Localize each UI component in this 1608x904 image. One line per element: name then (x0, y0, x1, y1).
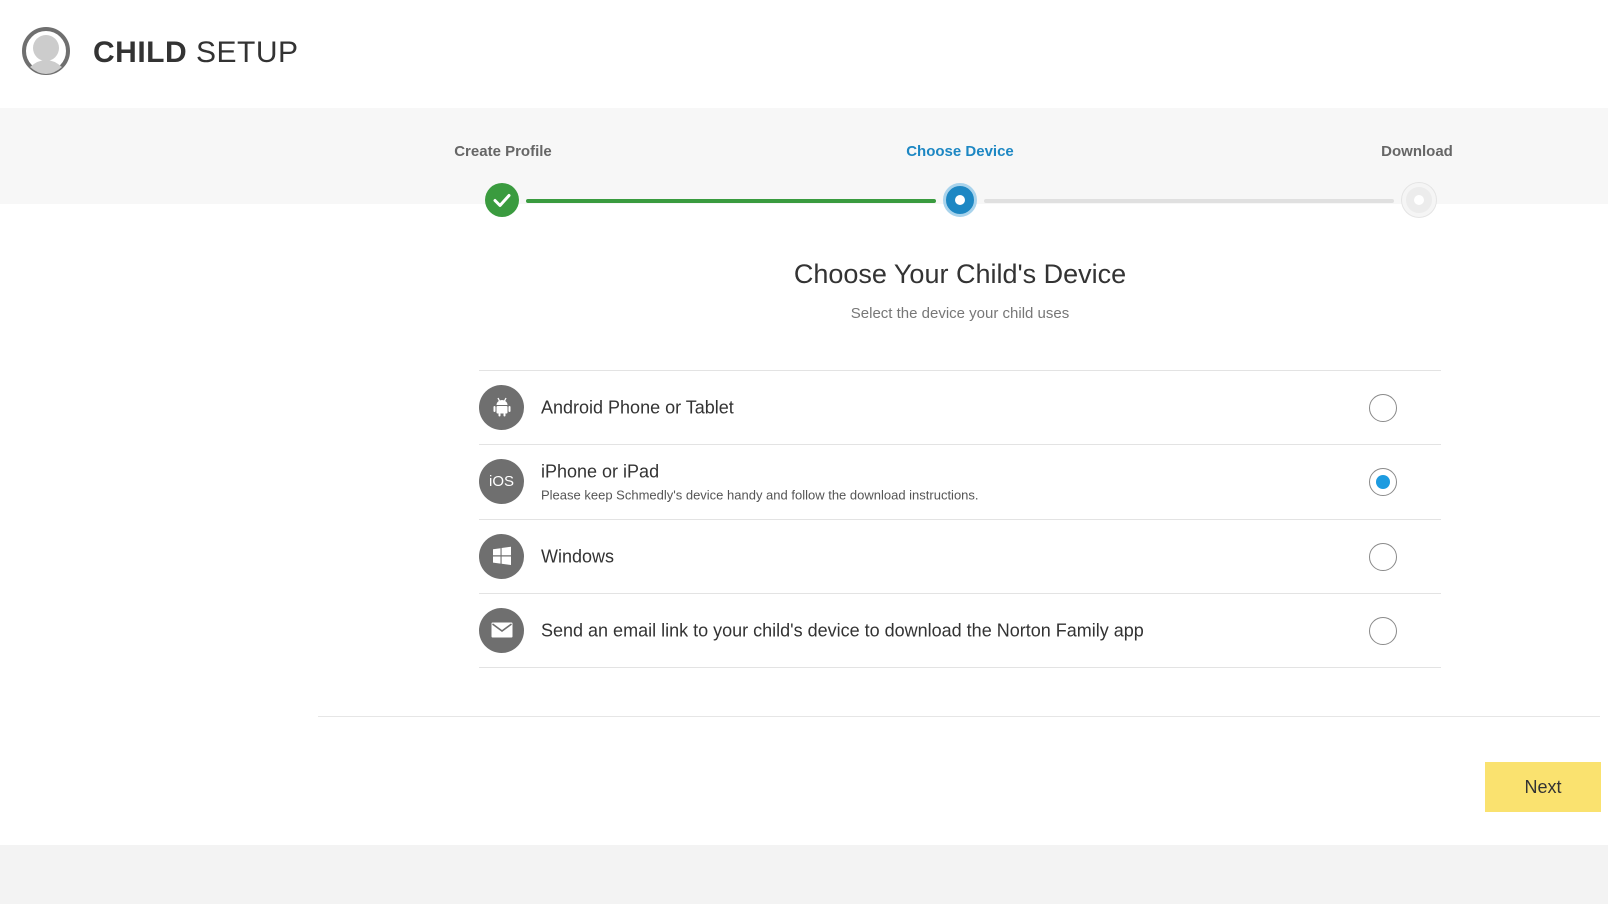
next-button[interactable]: Next (1485, 762, 1601, 812)
device-option-text: Windows (541, 546, 614, 567)
ios-radio[interactable] (1369, 468, 1397, 496)
device-option-android[interactable]: Android Phone or Tablet (479, 371, 1441, 445)
email-radio[interactable] (1369, 616, 1397, 645)
step-label-create-profile: Create Profile (454, 143, 552, 160)
windows-radio[interactable] (1369, 542, 1397, 571)
step-label-download: Download (1381, 143, 1453, 160)
bottom-band (0, 845, 1608, 904)
page-title-bold: CHILD (93, 36, 188, 69)
stepper-band (0, 108, 1608, 204)
header: CHILD SETUP (0, 0, 1608, 108)
device-option-text: Send an email link to your child's devic… (541, 620, 1144, 641)
device-option-windows[interactable]: Windows (479, 520, 1441, 594)
ios-icon-text: iOS (488, 473, 514, 490)
step-active-indicator (943, 183, 977, 217)
page-title-rest: SETUP (196, 36, 299, 69)
checkmark-icon (493, 194, 511, 207)
main-heading: Choose Your Child's Device (793, 259, 1127, 289)
progress-track-complete (526, 199, 936, 203)
step-upcoming-indicator (1402, 183, 1436, 217)
device-option-label: Windows (541, 546, 615, 566)
child-avatar-icon (22, 27, 70, 75)
windows-icon (479, 533, 524, 579)
progress-track-pending (984, 199, 1394, 203)
android-radio[interactable] (1369, 393, 1397, 422)
email-icon (479, 607, 524, 653)
ios-icon: iOS (479, 459, 524, 504)
device-option-label: iPhone or iPad (541, 461, 660, 482)
page-title: CHILD SETUP (93, 36, 299, 70)
device-option-note: Please keep Schmedly's device handy and … (541, 487, 979, 503)
step-label-choose-device: Choose Device (906, 143, 1014, 160)
footer-divider (318, 716, 1600, 717)
step-complete-indicator (485, 183, 519, 217)
device-option-ios[interactable]: iOS iPhone or iPad Please keep Schmedly'… (479, 445, 1441, 520)
device-option-label: Android Phone or Tablet (541, 397, 734, 417)
device-option-text: iPhone or iPad Please keep Schmedly's de… (541, 462, 979, 503)
device-option-email[interactable]: Send an email link to your child's devic… (479, 594, 1441, 668)
sub-heading: Select the device your child uses (850, 305, 1070, 322)
device-option-label: Send an email link to your child's devic… (541, 620, 1144, 640)
android-icon (479, 384, 524, 430)
device-list: Android Phone or Tablet iOS iPhone or iP… (479, 370, 1441, 668)
device-option-text: Android Phone or Tablet (541, 397, 734, 418)
